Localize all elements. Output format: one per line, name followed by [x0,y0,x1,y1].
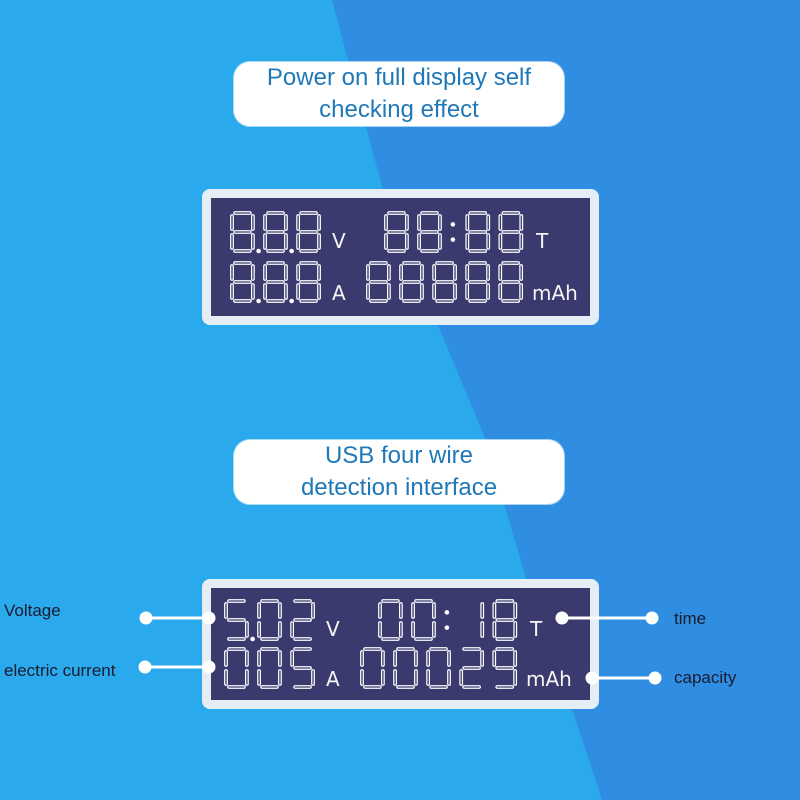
lcd-digit [366,261,391,303]
lcd-digit [393,647,418,689]
lcd-capacity-readout [360,647,518,689]
lcd-digit [224,647,249,689]
lcd-digit [257,647,282,689]
lcd-digit [230,261,255,303]
lcd-digit [465,261,490,303]
decimal-point [256,248,261,254]
lcd-digit [384,211,409,253]
caption-line-1: USB four wire [324,442,474,469]
lcd-voltage-readout [224,599,315,642]
lcd-digit [263,261,288,303]
lcd-digit [426,647,451,689]
current-unit: A [332,281,346,305]
lcd-capacity-readout [366,261,524,303]
lcd-digit [399,261,424,303]
lcd-voltage-readout [230,211,321,254]
lcd-digit [465,211,491,253]
colon-dot-bottom [444,625,450,630]
lcd-time-readout [384,211,524,253]
decimal-point [250,636,255,642]
lcd-digit [296,261,321,303]
lcd-digit [224,599,249,641]
voltage-unit: V [332,229,346,253]
lcd-digit [360,647,385,689]
lcd-current-readout [224,647,315,689]
lcd-digit [492,599,518,641]
capacity-unit: mAh [532,281,578,305]
caption-line-1: Power on full display self [266,64,532,91]
lcd-digit [498,211,524,253]
lcd-time-readout [378,599,518,641]
caption-line-2: checking effect [319,96,479,123]
lcd-digit [417,211,442,253]
lcd-digit [290,647,315,689]
lcd-digit [498,261,524,303]
time-label: time [674,609,707,628]
lcd-digit [230,211,255,253]
time-unit: T [536,229,549,253]
lcd-digit [257,599,282,641]
capacity-unit: mAh [526,667,572,691]
lcd-digit [492,647,518,689]
decimal-point [289,298,294,304]
electric-current-label: electric current [4,661,116,680]
lcd-self-check-display: V T A mAh [202,189,599,325]
lcd-digit [459,647,484,689]
decimal-point [289,248,294,254]
caption-bubble-self-check: Power on full display self checking effe… [234,62,564,126]
capacity-label: capacity [674,668,737,687]
colon-dot-top [450,222,456,227]
caption-line-2: detection interface [300,474,498,501]
lcd-digit [296,211,321,253]
lcd-digit [411,599,436,641]
lcd-usb-detection-display: V T A mAh [202,579,599,709]
colon-dot-bottom [450,237,456,242]
current-unit: A [326,667,340,691]
voltage-label: Voltage [4,601,61,620]
lcd-digit [432,261,457,303]
voltage-unit: V [326,617,340,641]
lcd-current-readout [230,261,321,304]
colon-dot-top [444,610,450,615]
time-unit: T [530,617,543,641]
caption-bubble-usb-detection: USB four wire detection interface [234,440,564,504]
lcd-digit [263,211,288,253]
lcd-digit [290,599,315,641]
decimal-point [256,298,261,304]
lcd-digit [378,599,403,641]
